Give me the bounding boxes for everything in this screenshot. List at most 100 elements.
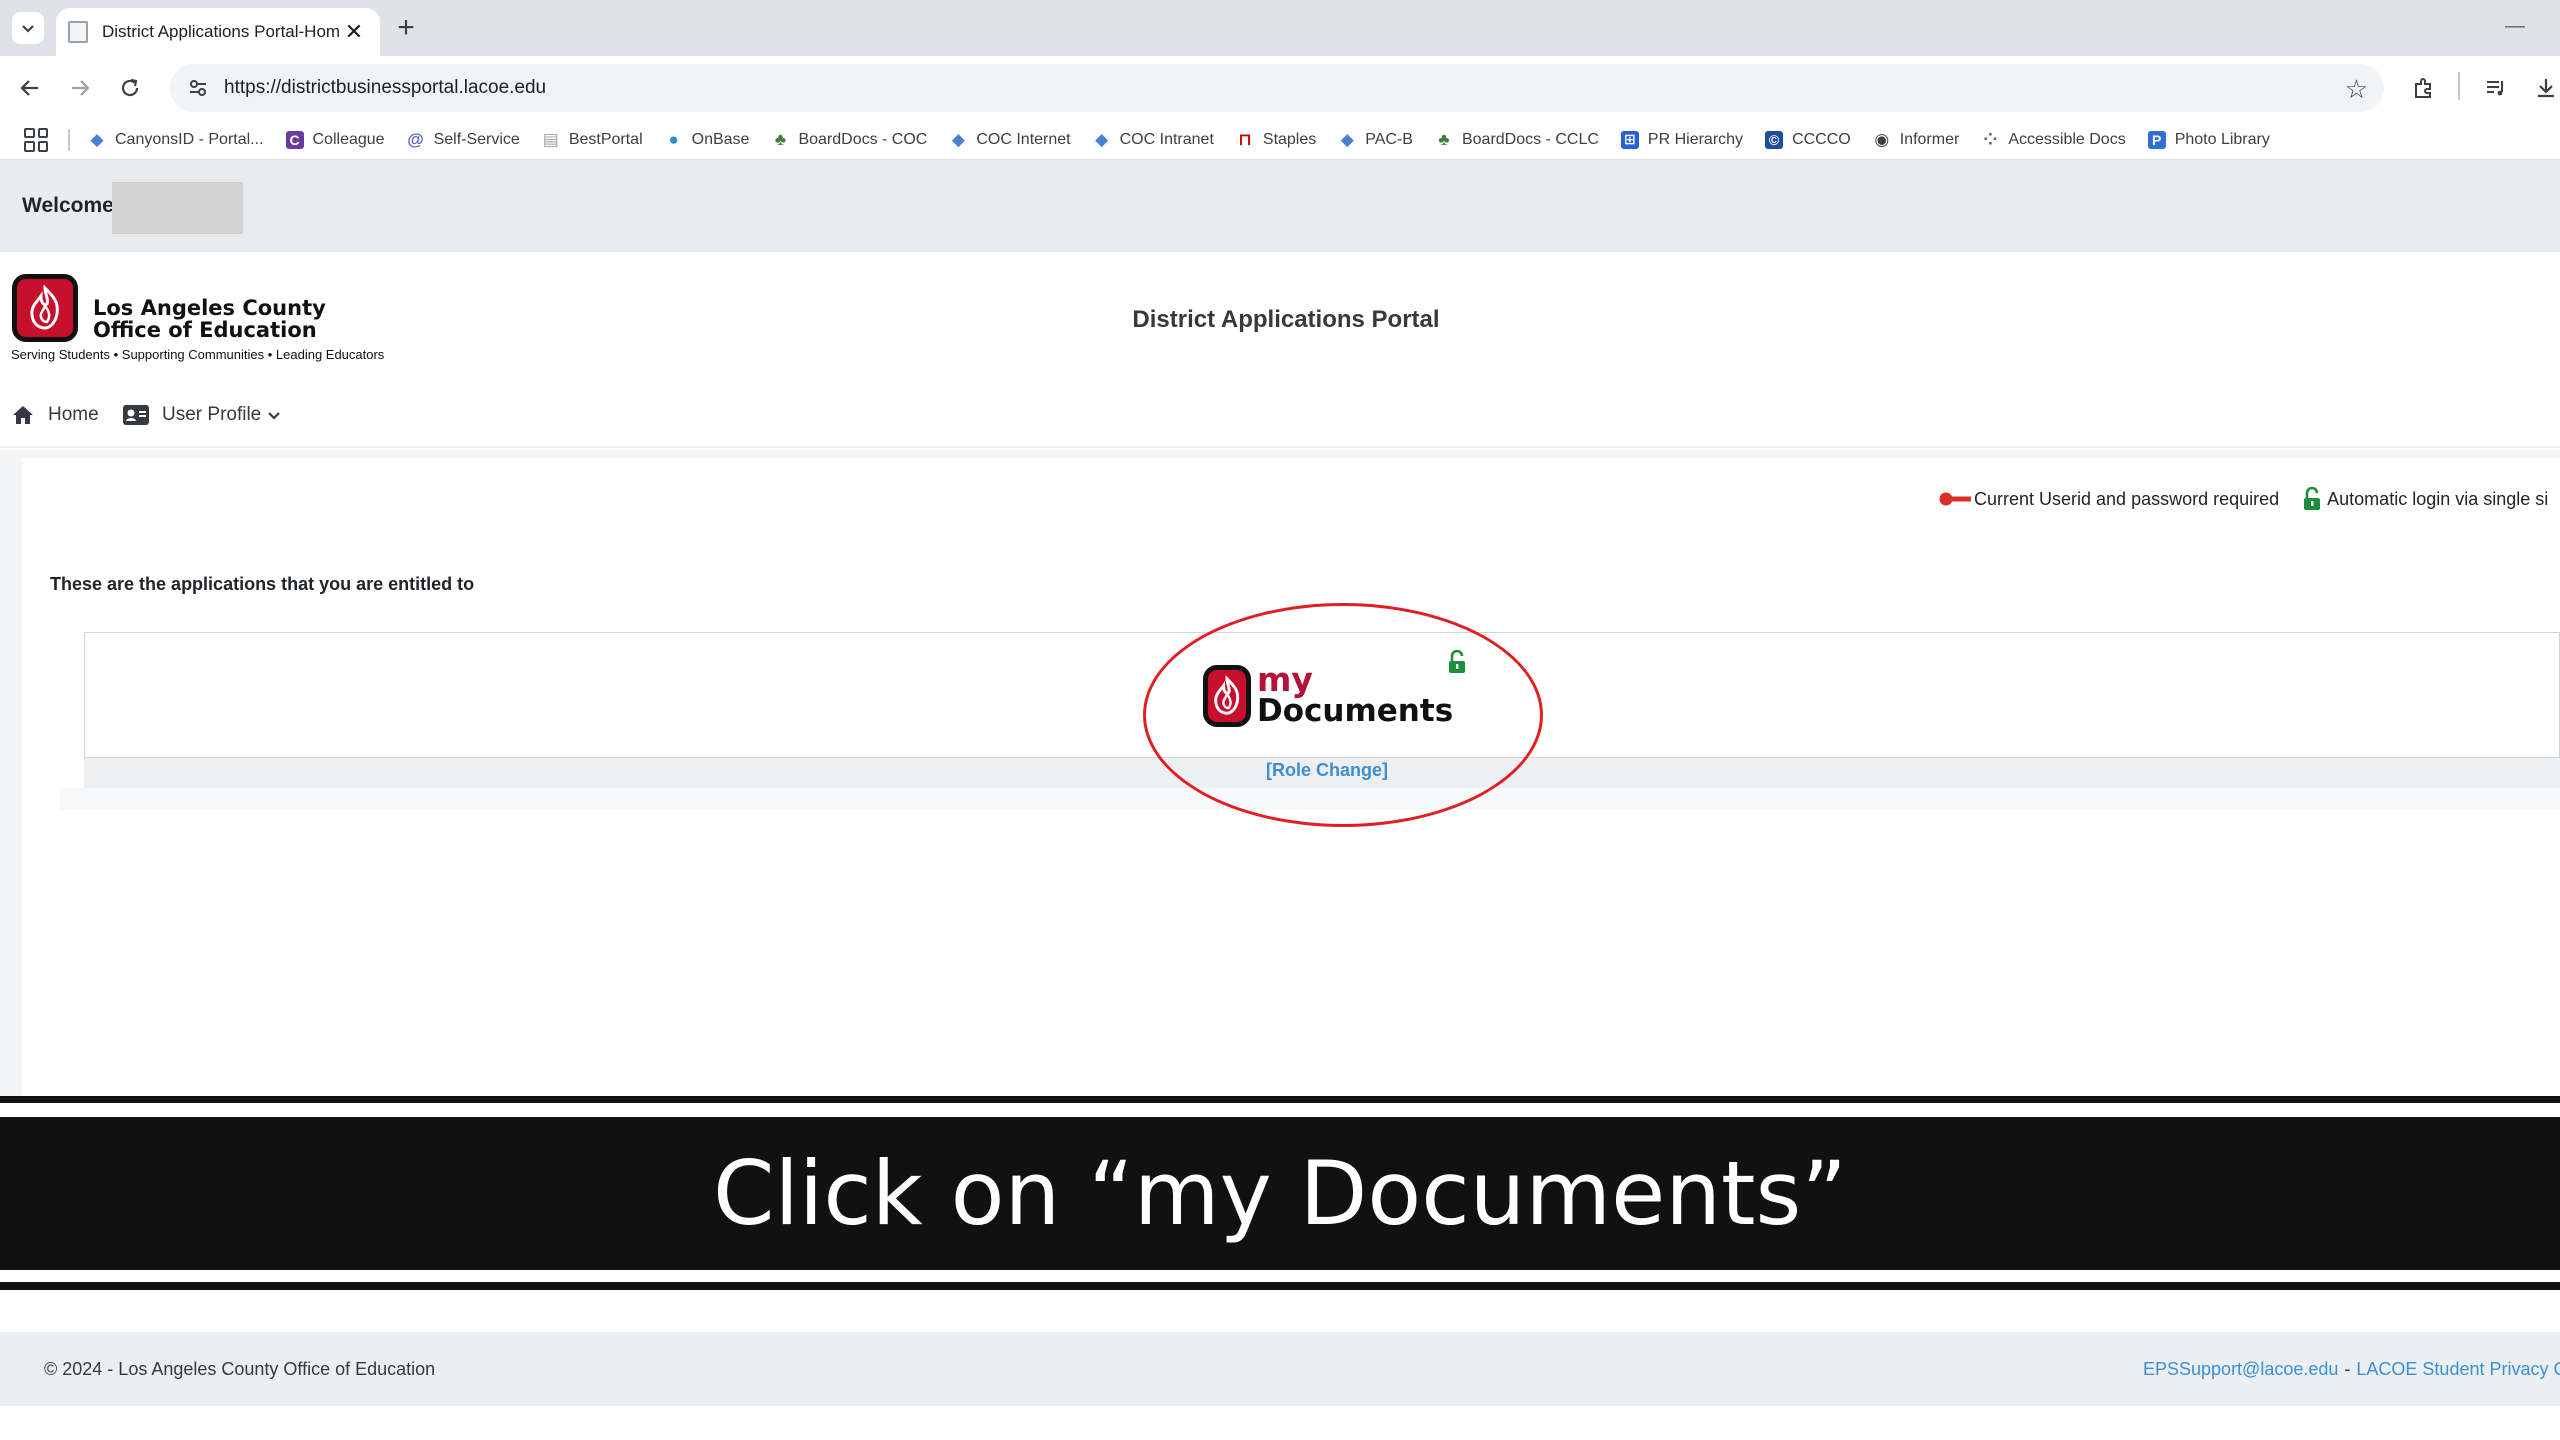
minimize-window-button[interactable]: — <box>2500 14 2530 38</box>
page-favicon-icon <box>68 21 88 43</box>
entitled-heading: These are the applications that you are … <box>50 574 475 594</box>
legend-single-sign-on: Automatic login via single si <box>2303 487 2548 511</box>
reading-list-button[interactable] <box>2480 72 2512 104</box>
extensions-button[interactable] <box>2408 72 2440 104</box>
key-icon <box>1939 492 1971 506</box>
reload-button[interactable] <box>114 72 146 104</box>
accessible-icon: ⁘ <box>1983 129 1998 149</box>
caption-text: Click on “my Documents” <box>713 1142 1847 1245</box>
caption-gap-bottom <box>0 1270 2560 1282</box>
bookmark-item[interactable]: ◆ COC Intranet <box>1093 129 1214 149</box>
globe-icon: ● <box>668 129 679 149</box>
photo-icon: P <box>2147 130 2166 149</box>
arrow-right-icon <box>72 80 90 96</box>
page-icon: ▤ <box>542 129 559 149</box>
nav-home-link[interactable]: Home <box>12 404 99 426</box>
privacy-link[interactable]: LACOE Student Privacy G <box>2356 1359 2560 1379</box>
diamond-icon: ◆ <box>1095 129 1109 149</box>
tree-icon: ♣ <box>1438 129 1450 149</box>
chevron-down-icon <box>22 25 34 33</box>
bookmark-label: PAC-B <box>1365 130 1413 148</box>
caption-border-top <box>0 1096 2560 1103</box>
bookmark-item[interactable]: ⊞ PR Hierarchy <box>1620 130 1744 149</box>
unlock-icon <box>2304 487 2321 510</box>
bookmark-item[interactable]: ◆ COC Internet <box>949 129 1071 149</box>
browser-toolbar: https://districtbusinessportal.lacoe.edu… <box>0 56 2560 120</box>
home-icon <box>13 406 33 424</box>
arrow-left-icon <box>20 80 38 96</box>
legend-sso-label: Automatic login via single si <box>2327 488 2549 509</box>
bookmark-item[interactable]: ◆ PAC-B <box>1338 129 1413 149</box>
bookmark-item[interactable]: ⊓ Staples <box>1236 129 1317 149</box>
portal-title: District Applications Portal <box>1132 306 1440 333</box>
downloads-button[interactable] <box>2530 72 2560 104</box>
bookmark-item[interactable]: ● OnBase <box>665 129 750 149</box>
apps-grid-icon[interactable] <box>24 127 48 152</box>
tree-icon: ♣ <box>774 129 787 149</box>
bookmark-item[interactable]: @ Self-Service <box>407 129 520 149</box>
bookmark-label: BestPortal <box>568 130 643 148</box>
copyright-text: © 2024 - Los Angeles County Office of Ed… <box>44 1359 436 1379</box>
welcome-bar: Welcome <box>0 160 2560 252</box>
main-nav: Home User Profile <box>0 388 2560 448</box>
nav-user-profile-label: User Profile <box>162 404 262 425</box>
support-email-link[interactable]: EPSSupport@lacoe.edu <box>2143 1359 2338 1379</box>
hierarchy-icon: ⊞ <box>1620 130 1639 149</box>
back-button[interactable] <box>14 72 46 104</box>
bookmark-item[interactable]: C Colleague <box>285 130 385 149</box>
bookmark-star-icon[interactable]: ☆ <box>2345 74 2368 105</box>
bookmark-label: COC Intranet <box>1119 130 1214 148</box>
footer-separator: - <box>2344 1359 2351 1379</box>
colleague-icon: C <box>285 130 304 149</box>
caption-gap-top <box>0 1103 2560 1117</box>
bookmark-item[interactable]: ◆ CanyonsID - Portal... <box>88 129 263 149</box>
new-tab-button[interactable]: + <box>390 11 422 44</box>
address-bar[interactable]: https://districtbusinessportal.lacoe.edu… <box>170 64 2384 112</box>
staples-icon: ⊓ <box>1238 129 1252 149</box>
chevron-down-icon <box>268 412 281 420</box>
reload-icon <box>121 78 139 97</box>
highlight-ellipse <box>1143 603 1543 827</box>
bookmark-label: Self-Service <box>433 130 520 148</box>
redacted-username <box>112 182 243 234</box>
diamond-icon: ◆ <box>1340 129 1354 149</box>
nav-home-label: Home <box>48 404 99 425</box>
tune-icon <box>190 80 206 96</box>
queue-music-icon <box>2487 81 2503 96</box>
bookmark-label: Photo Library <box>2174 130 2270 148</box>
bookmark-item[interactable]: ♣ BoardDocs - COC <box>771 129 928 149</box>
cccco-icon: © <box>1765 130 1784 149</box>
browser-tab-active[interactable]: District Applications Portal-Home ✕ <box>56 8 380 56</box>
bookmark-item[interactable]: ♣ BoardDocs - CCLC <box>1435 129 1599 149</box>
welcome-label: Welcome <box>22 194 114 217</box>
diamond-icon: ◆ <box>951 129 965 149</box>
close-tab-icon[interactable]: ✕ <box>340 18 368 46</box>
bookmark-label: Staples <box>1262 130 1317 148</box>
id-card-icon <box>123 405 149 425</box>
instruction-caption: Click on “my Documents” <box>0 1117 2560 1270</box>
nav-user-profile-dropdown[interactable]: User Profile <box>122 404 281 426</box>
bookmark-label: Accessible Docs <box>2008 130 2126 148</box>
bookmark-list: ◆ CanyonsID - Portal... C Colleague @ Self-Se… <box>88 129 2292 149</box>
legend-password-required: Current Userid and password required <box>1938 489 2279 510</box>
bookmark-item[interactable]: © CCCCO <box>1765 130 1851 149</box>
bookmark-item[interactable]: ▤ BestPortal <box>542 129 643 149</box>
toolbar-divider <box>2458 72 2460 100</box>
bookmark-label: COC Internet <box>976 130 1071 148</box>
site-info-button[interactable] <box>182 72 214 104</box>
bookmark-label: BoardDocs - COC <box>798 130 928 148</box>
bookmark-item[interactable]: P Photo Library <box>2147 130 2270 149</box>
tab-search-button[interactable] <box>12 12 44 44</box>
browser-tabstrip: District Applications Portal-Home ✕ + — <box>0 0 2560 56</box>
forward-button[interactable] <box>64 72 96 104</box>
bookmark-label: Informer <box>1899 130 1960 148</box>
bookmark-label: PR Hierarchy <box>1647 130 1744 148</box>
diamond-icon: ◆ <box>90 129 104 149</box>
bookmark-label: Colleague <box>312 130 385 148</box>
self-service-icon: @ <box>407 129 424 149</box>
url-text[interactable]: https://districtbusinessportal.lacoe.edu <box>224 77 546 99</box>
bookmark-item[interactable]: ◉ Informer <box>1873 130 1960 149</box>
bookmark-label: OnBase <box>691 130 750 148</box>
bookmark-item[interactable]: ⁘ Accessible Docs <box>1981 129 2126 149</box>
tab-title: District Applications Portal-Home <box>102 22 340 41</box>
